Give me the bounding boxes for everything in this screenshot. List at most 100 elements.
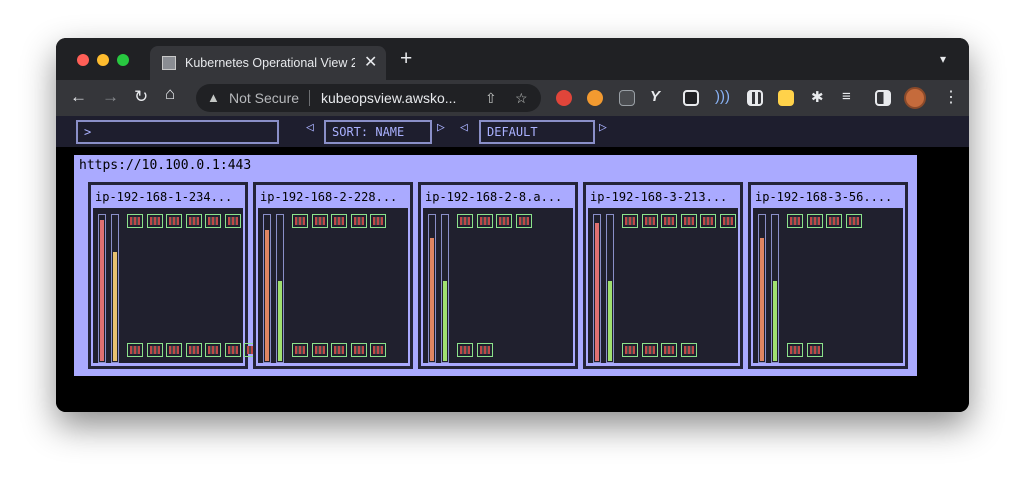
- minimize-window-button[interactable]: [97, 54, 109, 66]
- pod-box[interactable]: [166, 343, 182, 357]
- gauge-fill: [608, 281, 612, 361]
- pod-box[interactable]: [331, 343, 347, 357]
- theme-next-icon[interactable]: ▷: [599, 120, 607, 135]
- extension-broadcast-icon[interactable]: ))): [715, 88, 730, 105]
- profile-avatar[interactable]: [904, 87, 926, 109]
- new-tab-icon[interactable]: +: [400, 48, 412, 69]
- node-box[interactable]: ip-192-168-2-228...: [253, 182, 413, 369]
- pod-box[interactable]: [457, 343, 473, 357]
- pod-box[interactable]: [350, 214, 367, 228]
- node-name: ip-192-168-1-234...: [95, 190, 233, 204]
- extension-orange-sun-icon[interactable]: [587, 90, 603, 106]
- pod-box[interactable]: [641, 214, 658, 228]
- gauge-fill: [265, 230, 269, 361]
- pod-box[interactable]: [476, 214, 493, 228]
- pod-box[interactable]: [661, 214, 677, 228]
- pod-status-bars: [625, 217, 635, 225]
- pod-box[interactable]: [292, 214, 308, 228]
- pod-box[interactable]: [292, 343, 308, 357]
- pod-box[interactable]: [700, 214, 716, 228]
- forward-arrow-icon[interactable]: →: [102, 87, 119, 107]
- node-box[interactable]: ip-192-168-3-56....: [748, 182, 908, 369]
- pod-status-bars: [809, 217, 820, 225]
- tab-title: Kubernetes Operational View 2: [185, 56, 355, 70]
- node-box[interactable]: ip-192-168-1-234...: [88, 182, 260, 369]
- node-body: [753, 208, 903, 363]
- gauge-fill: [760, 238, 764, 361]
- pod-box[interactable]: [826, 214, 842, 228]
- pod-box[interactable]: [622, 214, 638, 228]
- tab-kubernetes-operational-view[interactable]: Kubernetes Operational View 2 ✕: [150, 46, 386, 80]
- reading-list-icon[interactable]: ≡: [842, 88, 851, 105]
- extension-notion-icon[interactable]: [683, 90, 699, 106]
- share-icon[interactable]: ⇧: [485, 90, 497, 107]
- node-box[interactable]: ip-192-168-2-8.a...: [418, 182, 578, 369]
- pod-box[interactable]: [515, 214, 532, 228]
- extension-qr-code-icon[interactable]: [747, 90, 763, 106]
- url-text[interactable]: kubeopsview.awsko...: [321, 90, 456, 106]
- pod-box[interactable]: [127, 343, 143, 357]
- filter-input[interactable]: >: [76, 120, 279, 144]
- theme-selector[interactable]: DEFAULT: [479, 120, 595, 144]
- back-arrow-icon[interactable]: ←: [70, 87, 87, 107]
- pod-box[interactable]: [166, 214, 182, 228]
- pod-box[interactable]: [661, 343, 677, 357]
- pod-box[interactable]: [311, 214, 328, 228]
- pod-box[interactable]: [787, 214, 803, 228]
- cluster-title: https://10.100.0.1:443: [79, 158, 252, 173]
- pod-box[interactable]: [806, 343, 823, 357]
- pod-box[interactable]: [205, 343, 221, 357]
- pod-box[interactable]: [311, 343, 328, 357]
- pod-box[interactable]: [350, 343, 367, 357]
- pod-status-bars: [790, 217, 800, 225]
- theme-prev-icon[interactable]: ◁: [460, 120, 468, 135]
- pod-box[interactable]: [719, 214, 736, 228]
- pod-box[interactable]: [370, 214, 386, 228]
- address-bar[interactable]: ▲ Not Secure kubeopsview.awsko... ⇧ ☆: [196, 84, 541, 112]
- pod-box[interactable]: [622, 343, 638, 357]
- pod-box[interactable]: [680, 214, 697, 228]
- zoom-window-button[interactable]: [117, 54, 129, 66]
- pod-box[interactable]: [224, 214, 241, 228]
- chevron-down-icon[interactable]: ▾: [940, 52, 946, 66]
- extension-y-icon[interactable]: Y: [650, 88, 660, 105]
- reload-icon[interactable]: ↻: [134, 87, 148, 107]
- close-tab-icon[interactable]: ✕: [364, 52, 377, 72]
- pod-box[interactable]: [496, 214, 512, 228]
- sort-prev-icon[interactable]: ◁: [306, 120, 314, 135]
- pod-box[interactable]: [641, 343, 658, 357]
- pod-box[interactable]: [185, 343, 202, 357]
- gauge-fill: [430, 238, 434, 361]
- pod-box[interactable]: [370, 343, 386, 357]
- pod-box[interactable]: [146, 343, 163, 357]
- pod-box[interactable]: [331, 214, 347, 228]
- pod-box[interactable]: [476, 343, 493, 357]
- extension-red-bolt-icon[interactable]: [556, 90, 572, 106]
- pod-box[interactable]: [127, 214, 143, 228]
- pod-box[interactable]: [185, 214, 202, 228]
- pod-status-bars: [227, 346, 238, 354]
- memory-usage-gauge: [441, 214, 449, 363]
- more-menu-icon[interactable]: ⋮: [943, 87, 959, 107]
- extension-shield-icon[interactable]: [619, 90, 635, 106]
- pod-box[interactable]: [680, 343, 697, 357]
- memory-usage-gauge: [606, 214, 614, 363]
- sort-selector[interactable]: SORT: NAME: [324, 120, 432, 144]
- pod-box[interactable]: [845, 214, 862, 228]
- sort-next-icon[interactable]: ▷: [437, 120, 445, 135]
- bookmark-star-icon[interactable]: ☆: [515, 90, 528, 107]
- node-name: ip-192-168-2-8.a...: [425, 190, 563, 204]
- node-body: [258, 208, 408, 363]
- extensions-puzzle-icon[interactable]: ✱: [811, 88, 824, 106]
- close-window-button[interactable]: [77, 54, 89, 66]
- extension-yellow-icon[interactable]: [778, 90, 794, 106]
- pod-box[interactable]: [224, 343, 241, 357]
- pod-box[interactable]: [787, 343, 803, 357]
- side-panel-icon[interactable]: [875, 90, 891, 106]
- home-icon[interactable]: ⌂: [165, 84, 175, 104]
- pod-box[interactable]: [457, 214, 473, 228]
- pod-box[interactable]: [146, 214, 163, 228]
- node-box[interactable]: ip-192-168-3-213...: [583, 182, 743, 369]
- pod-box[interactable]: [205, 214, 221, 228]
- pod-box[interactable]: [806, 214, 823, 228]
